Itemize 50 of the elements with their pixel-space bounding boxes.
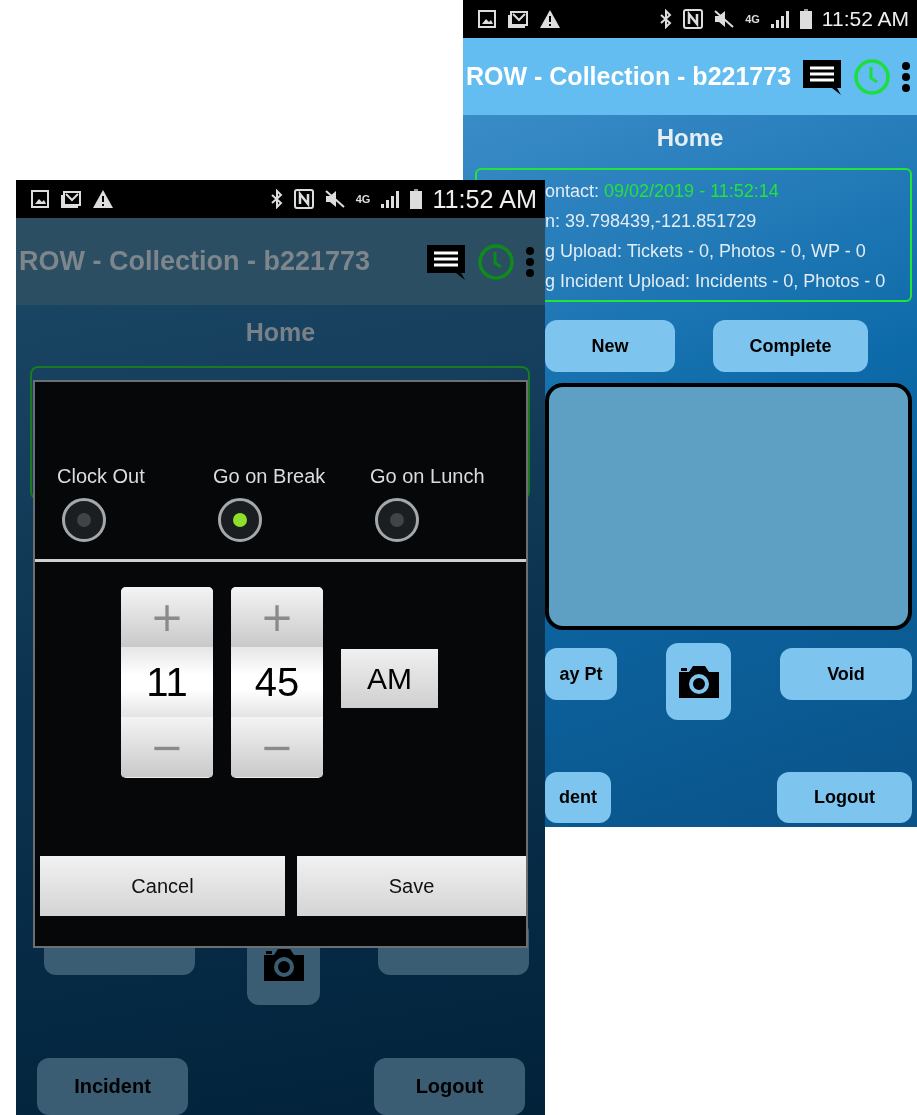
more-icon[interactable] (901, 60, 912, 93)
app-title: ROW - Collection - b221773 (466, 62, 792, 91)
chat-icon[interactable] (801, 57, 844, 96)
info-line: ontact: 09/02/2019 - 11:52:14 (545, 180, 780, 203)
info-line: n: 39.798439,-121.851729 (545, 210, 758, 233)
option-label: Clock Out (57, 464, 145, 488)
dialog-button[interactable]: Save (297, 856, 526, 916)
action-button[interactable]: Complete (713, 320, 868, 372)
option-label: Go on Break (213, 464, 326, 488)
radio-button[interactable] (62, 498, 106, 542)
page-title: Home (655, 123, 725, 153)
option-label: Go on Lunch (370, 464, 485, 488)
dialog-button[interactable]: Cancel (40, 856, 285, 916)
action-button[interactable]: dent (545, 772, 611, 823)
battery-icon (799, 9, 812, 29)
action-button[interactable]: Void (780, 648, 912, 700)
bluetooth-icon (269, 189, 284, 209)
warning-icon (92, 189, 114, 209)
status-time: 11:52 AM (432, 184, 537, 214)
network-type-label: 4G (745, 13, 760, 25)
action-button[interactable]: Logout (777, 772, 912, 823)
info-line: g Incident Upload: Incidents - 0, Photos - 0 (545, 270, 887, 293)
nfc-icon (293, 189, 314, 209)
warning-icon (539, 9, 561, 29)
network-type-label: 4G (355, 193, 371, 205)
signal-icon (380, 189, 401, 209)
signal-icon (769, 9, 790, 29)
chat-icon[interactable] (425, 242, 467, 281)
page-title: Home (244, 317, 317, 347)
picker-value: 45 (231, 647, 323, 717)
am-pm-toggle[interactable]: AM (341, 649, 438, 708)
action-button[interactable]: New (545, 320, 675, 372)
picker-value: 11 (121, 647, 213, 717)
radio-button[interactable] (375, 498, 419, 542)
app-title: ROW - Collection - b221773 (19, 246, 372, 277)
picture-icon (30, 189, 50, 209)
action-button[interactable]: ay Pt (545, 648, 617, 700)
nfc-icon (683, 9, 704, 29)
mail-icon (60, 189, 82, 209)
camera-icon (676, 663, 721, 700)
status-time: 11:52 AM (821, 7, 909, 31)
mail-icon (507, 9, 529, 29)
mute-icon (323, 189, 346, 209)
camera-button[interactable] (666, 643, 731, 720)
picture-icon (477, 9, 497, 29)
radio-button[interactable] (218, 498, 262, 542)
mute-icon (713, 9, 736, 29)
info-line: g Upload: Tickets - 0, Photos - 0, WP - 0 (545, 240, 867, 263)
battery-icon (410, 189, 423, 209)
bluetooth-icon (659, 9, 674, 29)
